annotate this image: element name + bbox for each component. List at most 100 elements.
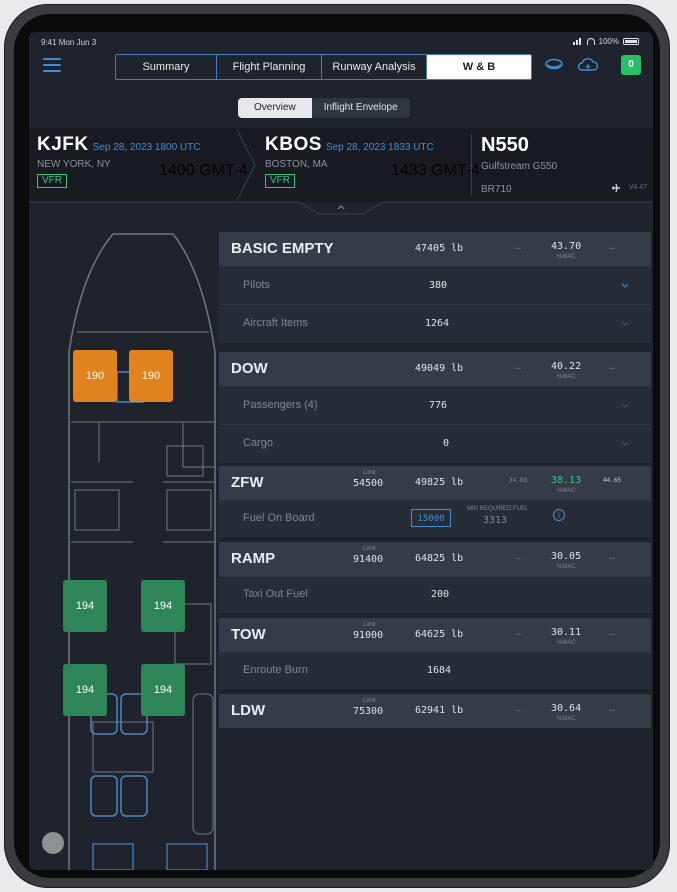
row-value: 0 (443, 438, 450, 449)
section-limit: 91400 (353, 554, 384, 565)
app-screen: 9:41 Mon Jun 3 100% Summary Flight Plann… (29, 32, 653, 870)
mac-max: -- (609, 629, 615, 639)
row-label: Aircraft Items (243, 317, 308, 329)
chevron-down-icon[interactable] (621, 319, 629, 327)
mac-value: 30.05 (551, 551, 582, 562)
aircraft-divider (471, 134, 472, 196)
weather-cloud-icon[interactable] (577, 56, 599, 72)
min-required-fuel-value: 3313 (483, 515, 508, 526)
section-weight: 49049 lb (415, 363, 464, 374)
mac-min: -- (515, 243, 521, 253)
section-label: RAMP (231, 550, 276, 567)
chevron-down-icon[interactable] (621, 401, 629, 409)
mac-label: %MAC (557, 716, 576, 722)
aircraft-type: Gulfstream G550 (481, 161, 558, 172)
mac-min: 34.68 (509, 477, 528, 484)
departure-flight-rules: VFR (37, 174, 67, 188)
passenger-seat[interactable]: 194 (141, 664, 185, 716)
mac-label: %MAC (557, 374, 576, 380)
arrival-date: Sep 28, 2023 1833 UTC (325, 142, 434, 153)
wb-section-ramp[interactable]: RAMP Limit 91400 64825 lb -- 30.05 %MAC … (219, 542, 651, 576)
tab-summary[interactable]: Summary (116, 55, 217, 79)
status-time: 9:41 Mon Jun 3 (41, 38, 97, 47)
subtab-inflight-envelope[interactable]: Inflight Envelope (312, 98, 410, 118)
signal-icon (572, 38, 583, 45)
section-limit: 75300 (353, 706, 384, 717)
wb-row-passengers[interactable]: Passengers (4) 776 (219, 386, 651, 425)
passenger-seat[interactable]: 194 (141, 580, 185, 632)
wb-section-dow[interactable]: DOW 49049 lb -- 40.22 %MAC -- (219, 352, 651, 386)
wifi-icon (586, 38, 595, 45)
mac-label: %MAC (557, 640, 576, 646)
row-label: Pilots (243, 279, 270, 291)
battery-percent: 100% (598, 37, 619, 46)
section-weight: 62941 lb (415, 705, 464, 716)
arrival-flight-rules: VFR (265, 174, 295, 188)
info-icon[interactable]: i (553, 509, 565, 521)
app-version: V4.47 (628, 184, 647, 191)
collapse-header-toggle[interactable] (29, 200, 653, 216)
aircraft-tail: N550 (481, 134, 529, 156)
mac-min: -- (515, 629, 521, 639)
section-label: BASIC EMPTY (231, 240, 334, 257)
section-label: LDW (231, 702, 266, 719)
mac-max: -- (609, 705, 615, 715)
mac-min: -- (515, 553, 521, 563)
airplane-icon (612, 183, 620, 193)
chevron-down-icon[interactable] (621, 439, 629, 447)
crew-seat-left[interactable]: 190 (73, 350, 117, 402)
arrival-local-time: 1433 GMT-4 (391, 162, 480, 179)
wb-row-pilots[interactable]: Pilots 380 (219, 266, 651, 305)
row-value: 200 (431, 589, 450, 600)
wb-row-fuel-on-board: Fuel On Board 15000 MIN REQUIRED FUEL 33… (219, 500, 651, 537)
row-value: 380 (429, 280, 448, 291)
flight-summary-bar: KJFK Sep 28, 2023 1800 UTC NEW YORK, NY V… (29, 128, 653, 202)
assistive-touch-button[interactable] (42, 832, 64, 854)
limit-label: Limit (363, 546, 376, 552)
wb-row-taxi-out-fuel[interactable]: Taxi Out Fuel 200 (219, 576, 651, 613)
subtab-overview[interactable]: Overview (238, 98, 312, 118)
section-label: ZFW (231, 474, 264, 491)
mac-max: -- (609, 363, 615, 373)
section-weight: 64625 lb (415, 629, 464, 640)
mac-label: %MAC (557, 254, 576, 260)
menu-icon[interactable] (43, 58, 61, 72)
row-value: 1684 (427, 665, 452, 676)
battery-icon (623, 38, 639, 45)
mac-value: 43.70 (551, 241, 582, 252)
wb-section-tow[interactable]: TOW Limit 91000 64625 lb -- 30.11 %MAC -… (219, 618, 651, 652)
limit-label: Limit (363, 470, 376, 476)
fuselage-outline (68, 233, 216, 870)
wb-section-basic-empty[interactable]: BASIC EMPTY 47405 lb -- 43.70 %MAC -- (219, 232, 651, 266)
tab-flight-planning[interactable]: Flight Planning (217, 55, 322, 79)
mac-value: 30.64 (551, 703, 582, 714)
departure-code: KJFK (37, 134, 89, 155)
section-limit: 54500 (353, 478, 384, 489)
tab-weight-balance[interactable]: W & B (427, 55, 531, 79)
pilot-hat-icon[interactable] (545, 58, 563, 70)
tab-runway-analysis[interactable]: Runway Analysis (322, 55, 427, 79)
mac-label: %MAC (557, 564, 576, 570)
status-bar: 9:41 Mon Jun 3 100% (29, 32, 653, 50)
crew-seat-right[interactable]: 190 (129, 350, 173, 402)
passenger-seat[interactable]: 194 (63, 580, 107, 632)
passenger-seat[interactable]: 194 (63, 664, 107, 716)
row-label: Enroute Burn (243, 664, 308, 676)
min-required-fuel-label: MIN REQUIRED FUEL (467, 506, 529, 512)
fuel-on-board-input[interactable]: 15000 (411, 509, 451, 527)
mac-max: -- (609, 243, 615, 253)
row-label: Cargo (243, 437, 273, 449)
row-label: Passengers (4) (243, 399, 318, 411)
notification-badge[interactable]: 0 (621, 55, 641, 75)
row-label: Fuel On Board (243, 512, 315, 524)
chevron-down-icon[interactable] (621, 281, 629, 289)
arrival-code: KBOS (265, 134, 322, 155)
wb-row-aircraft-items[interactable]: Aircraft Items 1264 (219, 304, 651, 343)
wb-row-cargo[interactable]: Cargo 0 (219, 424, 651, 463)
mac-max: 44.65 (603, 477, 622, 484)
section-limit: 91000 (353, 630, 384, 641)
wb-section-ldw[interactable]: LDW Limit 75300 62941 lb -- 30.64 %MAC -… (219, 694, 651, 728)
wb-row-enroute-burn[interactable]: Enroute Burn 1684 (219, 652, 651, 689)
wb-section-zfw[interactable]: ZFW Limit 54500 49825 lb 34.68 38.13 %MA… (219, 466, 651, 500)
limit-label: Limit (363, 622, 376, 628)
